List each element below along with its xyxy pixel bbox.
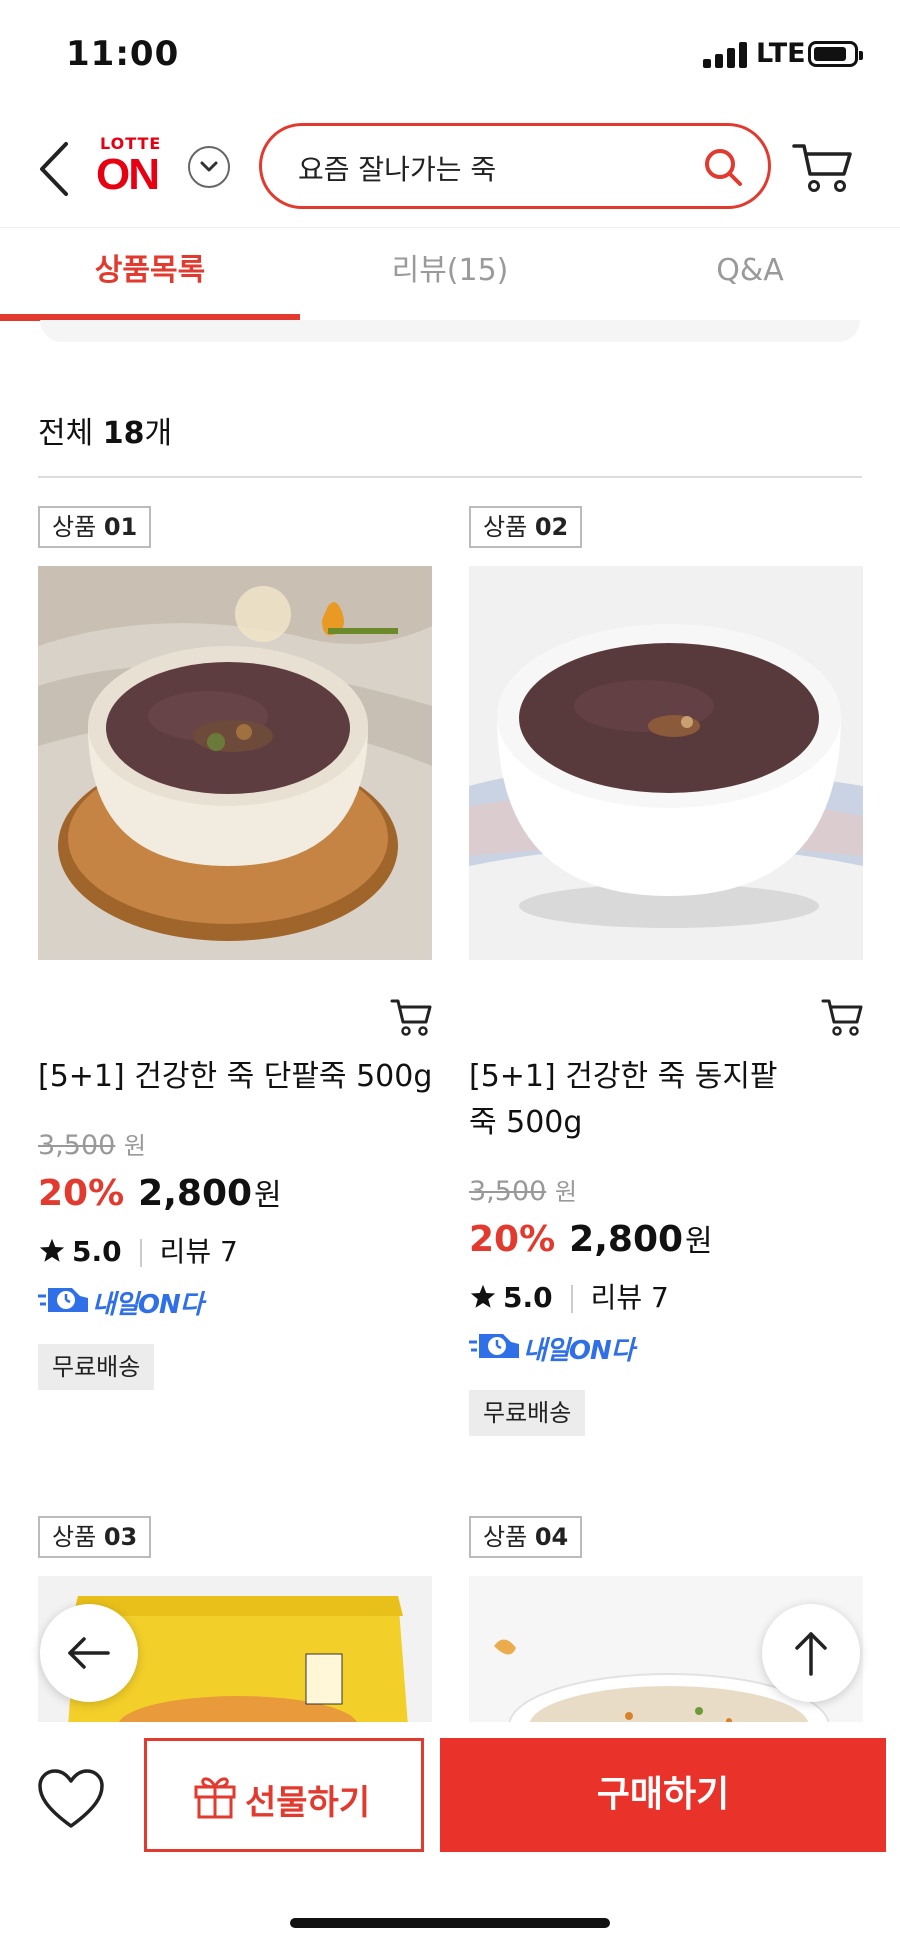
network-label: LTE bbox=[756, 38, 806, 69]
discount-rate: 20% bbox=[38, 1173, 125, 1214]
gift-button-label: 선물하기 bbox=[245, 1783, 371, 1823]
product-list-page: 11:00 LTE LOTTE ON 요즘 잘나가는 죽 상품목록 리뷰(15)… bbox=[0, 0, 900, 1948]
search-box[interactable] bbox=[259, 123, 771, 209]
next-day-delivery-badge: 내일ON다 bbox=[469, 1330, 649, 1370]
cart-icon[interactable] bbox=[792, 140, 852, 196]
sale-price: 2,800 bbox=[138, 1173, 253, 1214]
rating-row: 5.0 리뷰 7 bbox=[38, 1230, 238, 1270]
chevron-left-icon bbox=[40, 142, 68, 196]
collapsed-panel-edge bbox=[40, 320, 860, 342]
product-image[interactable] bbox=[38, 566, 432, 960]
delivery-truck-icon bbox=[38, 1288, 88, 1312]
arrow-left-icon bbox=[68, 1637, 110, 1669]
arrow-up-icon bbox=[795, 1632, 827, 1676]
sale-price-row: 20% 2,800원 bbox=[469, 1219, 713, 1260]
star-icon bbox=[39, 1238, 65, 1262]
add-to-cart-icon[interactable] bbox=[390, 996, 432, 1038]
product-title[interactable]: [5+1] 건강한 죽 단팥죽 500g bbox=[38, 1054, 438, 1100]
free-shipping-badge: 무료배송 bbox=[469, 1390, 586, 1436]
product-badge: 상품 03 bbox=[38, 1516, 152, 1558]
home-indicator[interactable] bbox=[290, 1918, 610, 1928]
app-header: LOTTE ON bbox=[0, 110, 900, 228]
next-day-delivery-badge: 내일ON다 bbox=[38, 1284, 218, 1324]
buy-button[interactable]: 구매하기 bbox=[440, 1738, 886, 1852]
tab-reviews[interactable]: 리뷰(15) bbox=[300, 228, 600, 318]
status-time: 11:00 bbox=[66, 34, 180, 74]
product-image[interactable] bbox=[469, 566, 863, 960]
divider bbox=[38, 476, 862, 478]
logo-main-text: ON bbox=[96, 150, 160, 199]
product-badge: 상품 01 bbox=[38, 506, 152, 548]
battery-icon bbox=[808, 41, 863, 67]
add-to-cart-icon[interactable] bbox=[821, 996, 863, 1038]
heart-icon bbox=[38, 1769, 104, 1828]
discount-rate: 20% bbox=[469, 1219, 556, 1260]
free-shipping-badge: 무료배송 bbox=[38, 1344, 155, 1390]
tab-qna[interactable]: Q&A bbox=[600, 228, 900, 318]
tab-bar: 상품목록 리뷰(15) Q&A bbox=[0, 228, 900, 322]
product-badge: 상품 04 bbox=[469, 1516, 583, 1558]
chevron-down-icon bbox=[200, 161, 218, 172]
gift-button[interactable]: 선물하기 bbox=[144, 1738, 424, 1852]
original-price: 3,500 원 bbox=[469, 1176, 577, 1207]
sale-price-row: 20% 2,800원 bbox=[38, 1173, 282, 1214]
product-title[interactable]: [5+1] 건강한 죽 동지팥죽 500g bbox=[469, 1054, 799, 1146]
bottom-action-bar: 선물하기 구매하기 bbox=[0, 1722, 900, 1948]
total-count: 전체 18개 bbox=[38, 416, 173, 451]
status-bar: 11:00 LTE bbox=[0, 0, 900, 110]
gift-icon bbox=[194, 1777, 236, 1819]
delivery-truck-icon bbox=[469, 1334, 519, 1358]
signal-icon bbox=[703, 42, 747, 68]
search-input[interactable] bbox=[298, 148, 678, 188]
back-floating-button[interactable] bbox=[40, 1604, 138, 1702]
star-icon bbox=[470, 1284, 496, 1308]
lotte-on-logo[interactable]: LOTTE ON bbox=[96, 134, 172, 202]
product-badge: 상품 02 bbox=[469, 506, 583, 548]
sale-price: 2,800 bbox=[569, 1219, 684, 1260]
back-button[interactable] bbox=[34, 140, 74, 198]
search-icon[interactable] bbox=[702, 146, 744, 188]
wishlist-button[interactable] bbox=[36, 1768, 106, 1832]
rating-row: 5.0 리뷰 7 bbox=[469, 1276, 669, 1316]
scroll-top-button[interactable] bbox=[762, 1604, 860, 1702]
tab-product-list[interactable]: 상품목록 bbox=[0, 228, 300, 318]
original-price: 3,500 원 bbox=[38, 1130, 146, 1161]
logo-dropdown-button[interactable] bbox=[188, 146, 230, 188]
